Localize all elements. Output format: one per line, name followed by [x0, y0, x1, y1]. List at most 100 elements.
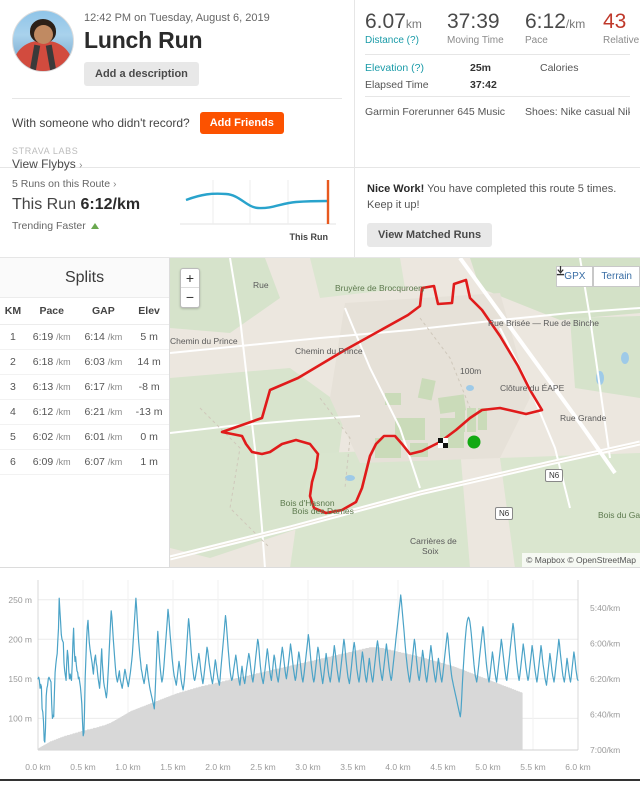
split-pace: 6:02 /km [25, 424, 78, 450]
svg-text:1.0 km: 1.0 km [115, 762, 141, 772]
route-right: Nice Work! You have completed this route… [355, 168, 640, 257]
split-gap: 6:03 /km [77, 349, 130, 375]
stat-distance-unit: km [405, 17, 422, 31]
secondary-stats: Elevation (?) 25m Calories Elapsed Time … [365, 54, 630, 91]
split-pace: 6:12 /km [25, 399, 78, 425]
sparkline-this-run-label: This Run [289, 232, 329, 242]
sparkline-svg [180, 180, 336, 225]
svg-text:5:40/km: 5:40/km [590, 603, 620, 613]
map-label: Bois des Dames [292, 506, 354, 516]
add-description-button[interactable]: Add a description [84, 62, 199, 86]
splits-title: Splits [0, 258, 169, 298]
runs-on-route-link[interactable]: 5 Runs on this Route › [12, 178, 178, 190]
add-friends-button[interactable]: Add Friends [199, 112, 284, 134]
svg-text:150 m: 150 m [8, 674, 32, 684]
activity-stats-panel: 6.07km Distance (?) 37:39 Moving Time 6:… [355, 0, 640, 167]
shoes-name: Shoes: Nike casual Nike C [525, 106, 630, 119]
split-pace: 6:18 /km [25, 349, 78, 375]
map-label: Soix [422, 546, 439, 556]
download-icon [557, 266, 565, 276]
table-row[interactable]: 5 6:02 /km 6:01 /km 0 m [0, 424, 169, 450]
split-pace: 6:19 /km [25, 324, 78, 350]
svg-text:2.5 km: 2.5 km [250, 762, 276, 772]
activity-title-block: 12:42 PM on Tuesday, August 6, 2019 Lunc… [12, 10, 342, 86]
route-summary: 5 Runs on this Route › This Run 6:12/km … [0, 168, 178, 257]
column-header-pace[interactable]: Pace [25, 298, 78, 325]
svg-text:6.0 km: 6.0 km [565, 762, 591, 772]
view-matched-runs-button[interactable]: View Matched Runs [367, 222, 493, 247]
nice-work-message: Nice Work! You have completed this route… [367, 182, 630, 214]
column-header-gap[interactable]: GAP [77, 298, 130, 325]
view-flybys-link[interactable]: View Flybys › [12, 157, 342, 171]
stat-distance-label[interactable]: Distance (?) [365, 35, 443, 46]
view-flybys-label: View Flybys [12, 157, 76, 171]
table-row[interactable]: 2 6:18 /km 6:03 /km 14 m [0, 349, 169, 375]
map-label: Rue [253, 280, 269, 290]
svg-text:4.5 km: 4.5 km [430, 762, 456, 772]
trend-up-icon [90, 223, 99, 229]
stat-relative-effort: 43 Relative Effort [603, 10, 640, 46]
table-row[interactable]: 6 6:09 /km 6:07 /km 1 m [0, 449, 169, 475]
svg-text:6:20/km: 6:20/km [590, 674, 620, 684]
map-label: Chemin du Prince [170, 336, 238, 346]
table-row[interactable]: 1 6:19 /km 6:14 /km 5 m [0, 324, 169, 350]
page-title: Lunch Run [84, 27, 203, 53]
split-elev: 14 m [129, 349, 169, 375]
gpx-download-button[interactable]: GPX [556, 266, 594, 287]
stat-pace: 6:12/km Pace [525, 10, 599, 46]
split-elev: 1 m [129, 449, 169, 475]
split-gap: 6:07 /km [77, 449, 130, 475]
svg-text:200 m: 200 m [8, 634, 32, 644]
strava-labs-block: STRAVA LABS View Flybys › [12, 146, 342, 171]
split-gap: 6:21 /km [77, 399, 130, 425]
table-row[interactable]: 4 6:12 /km 6:21 /km -13 m [0, 399, 169, 425]
svg-text:2.0 km: 2.0 km [205, 762, 231, 772]
split-km: 1 [0, 324, 26, 350]
split-km: 6 [0, 449, 26, 475]
split-km: 4 [0, 399, 26, 425]
this-run-pace-value: 6:12/km [80, 196, 141, 213]
svg-text:5.0 km: 5.0 km [475, 762, 501, 772]
split-km: 2 [0, 349, 26, 375]
stat-moving-time-value: 37:39 [447, 10, 500, 33]
column-header-elev[interactable]: Elev [129, 298, 169, 325]
split-elev: -8 m [129, 374, 169, 400]
split-km: 3 [0, 374, 26, 400]
split-km: 5 [0, 424, 26, 450]
map-road-shield: N6 [495, 507, 514, 520]
chevron-right-icon: › [112, 178, 117, 190]
splits-header-row: KM Pace GAP Elev [0, 298, 169, 325]
nice-work-bold: Nice Work! [367, 183, 425, 195]
stat-calories-label: Calories [540, 62, 579, 75]
start-marker [467, 435, 481, 449]
svg-text:6:00/km: 6:00/km [590, 639, 620, 649]
stat-moving-time: 37:39 Moving Time [447, 10, 521, 46]
stat-distance-value: 6.07 [365, 10, 406, 33]
stat-row-elevation: Elevation (?) 25m Calories [365, 62, 630, 74]
stat-pace-unit: /km [565, 17, 586, 31]
split-gap: 6:17 /km [77, 374, 130, 400]
stat-moving-time-label: Moving Time [447, 35, 504, 47]
map-action-buttons: GPX Terrain [556, 266, 640, 287]
route-map[interactable]: + − GPX Terrain Bruyère de Brocquroery Ch… [170, 258, 640, 567]
zoom-in-button[interactable]: + [181, 269, 199, 288]
splits-and-map-section: Splits KM Pace GAP Elev 1 6:19 /km 6:14 /k… [0, 258, 640, 568]
stat-elevation-label[interactable]: Elevation (?) [365, 62, 470, 74]
map-label: Bois du Gar [598, 510, 640, 520]
avatar[interactable] [12, 10, 74, 72]
svg-text:3.0 km: 3.0 km [295, 762, 321, 772]
zoom-out-button[interactable]: − [181, 288, 199, 307]
split-elev: 0 m [129, 424, 169, 450]
stat-pace-value: 6:12 [525, 10, 566, 33]
table-row[interactable]: 3 6:13 /km 6:17 /km -8 m [0, 374, 169, 400]
elevation-pace-chart[interactable]: 250 m 200 m 150 m 100 m 5:40/km 6:00/km 6:20/k… [0, 568, 640, 798]
stat-elapsed-time-value: 37:42 [470, 79, 497, 92]
device-name: Garmin Forerunner 645 Music [365, 106, 506, 119]
split-pace: 6:09 /km [25, 449, 78, 475]
svg-text:4.0 km: 4.0 km [385, 762, 411, 772]
map-label: Chemin du Prince [295, 346, 363, 356]
terrain-button[interactable]: Terrain [593, 266, 640, 287]
svg-text:100 m: 100 m [8, 713, 32, 723]
map-zoom-controls[interactable]: + − [180, 268, 200, 308]
column-header-km[interactable]: KM [0, 298, 26, 325]
